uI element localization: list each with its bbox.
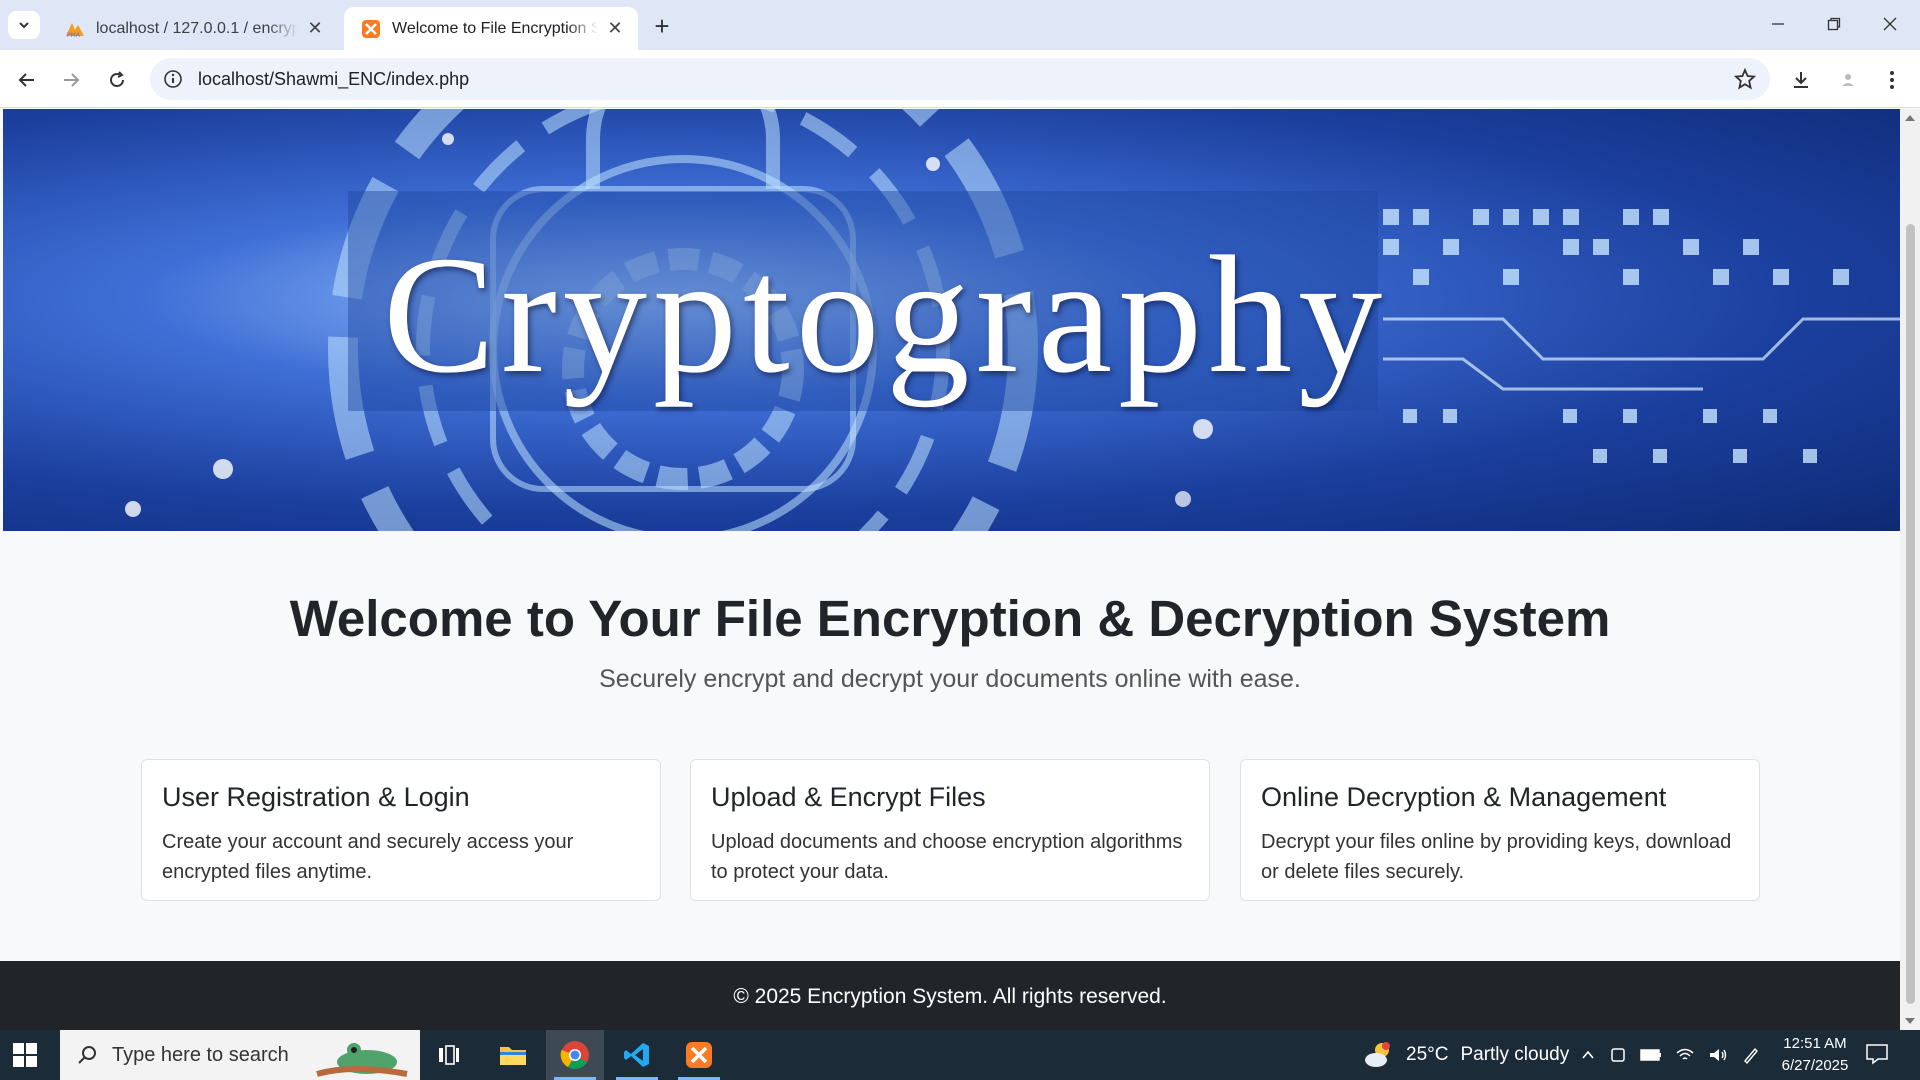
file-explorer-app[interactable] [484,1030,542,1080]
pen-icon[interactable] [1742,1046,1760,1064]
back-button[interactable] [12,65,42,95]
scroll-up-icon[interactable] [1905,115,1915,121]
frog-illustration-icon [316,1043,408,1077]
windows-start-icon[interactable] [12,1042,38,1068]
taskbar-clock[interactable]: 12:51 AM 6/27/2025 [1770,1033,1860,1077]
tab-phpmyadmin[interactable]: PMA localhost / 127.0.0.1 / encryptio ✕ [48,7,338,50]
minimize-button[interactable] [1758,8,1798,40]
page-viewport: Cryptography Welcome to Your File Encryp… [0,109,1900,1030]
new-tab-button[interactable]: + [648,11,676,41]
chevron-up-icon[interactable] [1580,1047,1596,1063]
reload-icon [110,71,124,87]
restore-button[interactable] [1814,8,1854,40]
browser-tab-bar: PMA localhost / 127.0.0.1 / encryptio ✕ … [0,0,1920,50]
download-button[interactable] [1785,64,1817,96]
card-text: Upload documents and choose encryption a… [711,831,1183,883]
bookmark-star-icon[interactable] [1733,67,1757,95]
hero-title: Cryptography [383,222,1389,408]
svg-text:PMA: PMA [67,32,81,38]
phpmyadmin-icon: PMA [64,18,86,40]
site-info-icon[interactable] [162,68,184,90]
card-title: User Registration & Login [162,782,470,812]
weather-condition: Partly cloudy [1460,1044,1570,1065]
wifi-icon[interactable] [1676,1047,1694,1063]
weather-widget[interactable]: 25°C Partly cloudy [1362,1030,1569,1080]
task-view-button[interactable] [420,1030,478,1080]
restore-icon [1827,17,1841,31]
url-text[interactable]: localhost/Shawmi_ENC/index.php [198,69,469,90]
avatar-icon [1842,74,1854,86]
tab-encryption-system[interactable]: Welcome to File Encryption Syst ✕ [344,7,638,50]
meet-now-icon[interactable] [1610,1046,1626,1064]
xampp-app[interactable] [670,1030,728,1080]
welcome-subtitle: Securely encrypt and decrypt your docume… [599,665,1301,693]
weather-temperature: 25°C [1406,1044,1449,1065]
folder-icon [500,1047,526,1065]
page-scrollbar[interactable] [1900,109,1920,1030]
address-bar[interactable]: localhost/Shawmi_ENC/index.php [150,58,1770,100]
close-icon[interactable]: ✕ [604,18,626,40]
search-placeholder: Type here to search [112,1043,289,1066]
card-title: Online Decryption & Management [1261,782,1667,812]
close-icon [1883,17,1897,31]
feature-card-decryption: Online Decryption & Management Decrypt y… [1240,759,1760,901]
volume-icon[interactable] [1708,1047,1728,1063]
chrome-app[interactable] [546,1030,604,1080]
browser-toolbar: localhost/Shawmi_ENC/index.php [0,50,1920,108]
close-icon[interactable]: ✕ [304,18,326,40]
weather-partly-cloudy-icon [1365,1042,1390,1067]
vscode-icon [624,1043,649,1067]
chrome-icon [560,1041,589,1069]
xampp-icon [686,1042,712,1068]
feature-card-encrypt: Upload & Encrypt Files Upload documents … [690,759,1210,901]
system-tray [1580,1044,1760,1066]
card-text: Create your account and securely access … [162,831,574,883]
tab-title: Welcome to File Encryption Syst [392,19,598,37]
chevron-down-icon [19,22,29,29]
search-icon [78,1046,96,1064]
scroll-down-icon[interactable] [1905,1018,1915,1024]
close-window-button[interactable] [1870,8,1910,40]
clock-time: 12:51 AM [1783,1035,1847,1052]
windows-taskbar: Type here to search 25°C Partly cloudy 1… [0,1030,1920,1080]
feature-card-registration: User Registration & Login Create your ac… [141,759,661,901]
profile-button[interactable] [1832,64,1864,96]
tab-title: localhost / 127.0.0.1 / encryptio [96,19,298,37]
clock-date: 6/27/2025 [1781,1057,1849,1074]
download-icon [1794,72,1808,88]
card-title: Upload & Encrypt Files [711,782,986,812]
welcome-heading: Welcome to Your File Encryption & Decryp… [289,590,1611,647]
vscode-app[interactable] [608,1030,666,1080]
kebab-menu-icon [1890,71,1894,89]
minimize-icon [1772,23,1784,25]
card-text: Decrypt your files online by providing k… [1261,831,1732,883]
page-footer: © 2025 Encryption System. All rights res… [0,961,1900,1030]
arrow-left-icon [18,73,34,87]
hero-banner: Cryptography [3,109,1900,531]
task-view-icon [439,1045,459,1065]
menu-button[interactable] [1876,64,1908,96]
taskbar-search-box[interactable]: Type here to search [60,1030,420,1080]
scrollbar-thumb[interactable] [1906,224,1915,1004]
notification-icon[interactable] [1865,1043,1889,1065]
reload-button[interactable] [102,65,132,95]
arrow-right-icon [64,73,80,87]
xampp-icon [360,18,382,40]
tab-search-button[interactable] [8,11,40,39]
forward-button[interactable] [56,65,86,95]
battery-icon[interactable] [1640,1048,1662,1062]
